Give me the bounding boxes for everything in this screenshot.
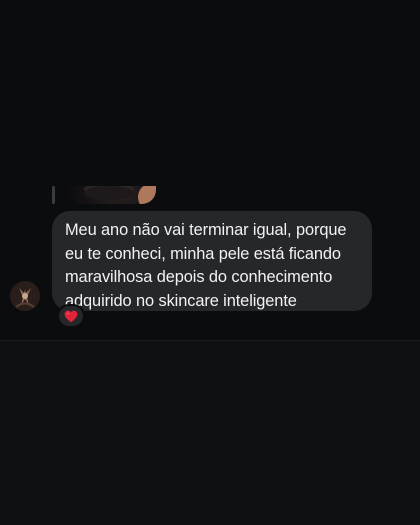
message-thread[interactable]: Meu ano não vai terminar igual, porque e… (0, 0, 420, 340)
chat-screen: Meu ano não vai terminar igual, porque e… (0, 0, 420, 525)
message-bubble[interactable]: Meu ano não vai terminar igual, porque e… (52, 211, 372, 311)
message-line: Meu ano não vai terminar igual, porque (65, 221, 347, 239)
heart-reaction[interactable] (57, 304, 85, 328)
avatar-icon (10, 281, 40, 311)
reply-indicator-bar (52, 186, 55, 204)
message-line: eu te conheci, minha pele está ficando (65, 244, 341, 263)
message-line: maravilhosa depois do conhecimento (65, 268, 333, 286)
previous-image-message[interactable] (52, 186, 162, 204)
composer-panel (0, 341, 420, 525)
sender-avatar[interactable] (10, 281, 40, 311)
image-thumbnail-icon[interactable] (66, 186, 156, 204)
message-line: adquirido no skincare inteligente (65, 291, 297, 310)
heart-icon (64, 310, 78, 322)
